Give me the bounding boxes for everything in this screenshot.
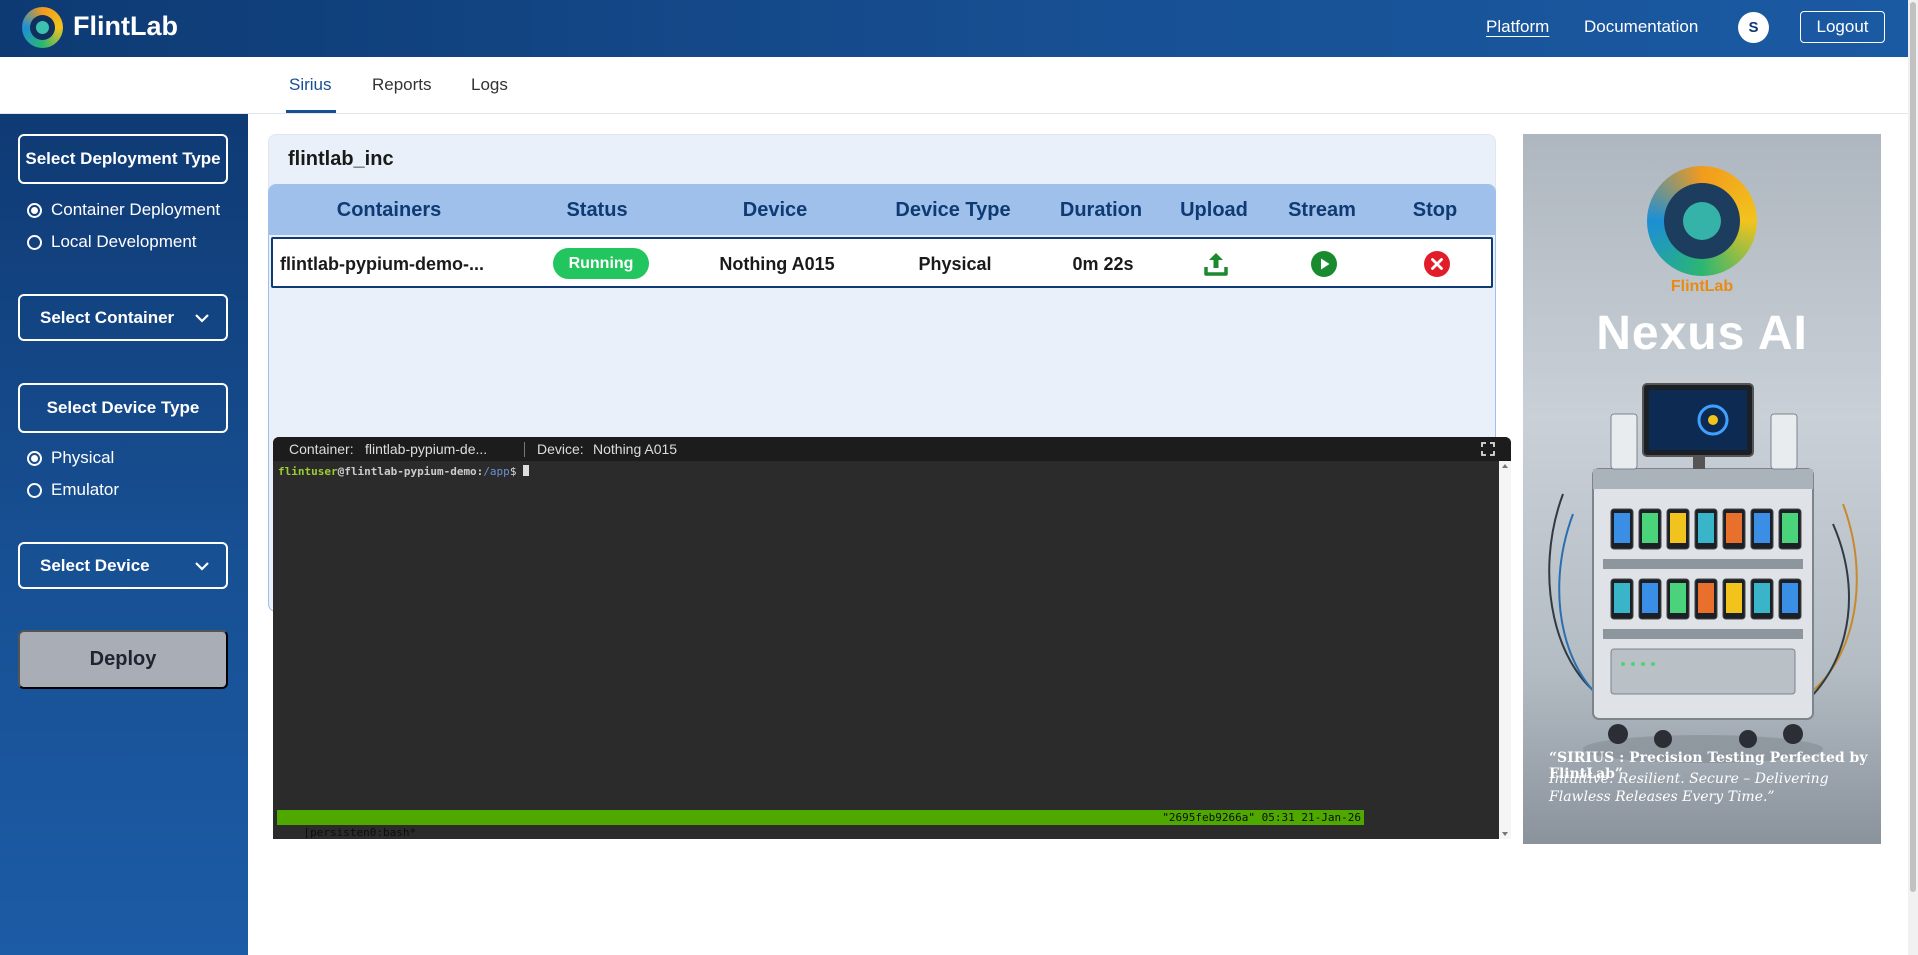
- banner-brand: FlintLab: [1670, 278, 1734, 295]
- terminal-device-label: Device:: [537, 441, 584, 457]
- radio-unchecked-icon[interactable]: [27, 234, 42, 250]
- device-cell: Nothing A015: [719, 254, 835, 274]
- terminal-scrollbar[interactable]: [1499, 461, 1511, 839]
- sidebar: Select Deployment Type Container Deploym…: [0, 114, 248, 955]
- prompt-host: @flintlab-pypium-demo:: [337, 465, 484, 478]
- container-name-cell[interactable]: flintlab-pypium-demo-...: [280, 254, 484, 275]
- scroll-down-icon[interactable]: [1502, 832, 1508, 836]
- logout-button[interactable]: Logout: [1800, 11, 1885, 43]
- column-header: Containers: [336, 199, 442, 221]
- select-device-type-button[interactable]: Select Device Type: [18, 383, 228, 433]
- column-header: Duration: [1059, 199, 1143, 221]
- scrollbar-thumb[interactable]: [1910, 2, 1916, 892]
- page-scrollbar[interactable]: [1908, 0, 1918, 955]
- fullscreen-icon[interactable]: [1481, 442, 1495, 456]
- upload-icon[interactable]: [1202, 250, 1230, 278]
- radio-label: Physical: [51, 448, 115, 467]
- column-header: Upload: [1180, 199, 1248, 221]
- flintlab-logo-icon: [1647, 166, 1757, 276]
- radio-label: Container Deployment: [51, 200, 221, 219]
- terminal-container-value: flintlab-pypium-de...: [365, 441, 488, 457]
- column-header: Device Type: [895, 199, 1011, 221]
- radio-checked-icon[interactable]: [27, 202, 42, 218]
- top-header: FlintLab Platform Documentation S Logout: [0, 0, 1908, 57]
- nav-documentation-link[interactable]: Documentation: [1584, 17, 1698, 37]
- duration-cell: 0m 22s: [1072, 254, 1134, 274]
- select-device-dropdown[interactable]: Select Device: [18, 542, 228, 589]
- brand-name[interactable]: FlintLab: [73, 11, 178, 42]
- tab-logs[interactable]: Logs: [471, 75, 508, 95]
- column-header: Stop: [1412, 199, 1458, 221]
- terminal-window[interactable]: Container: flintlab-pypium-de... Device:…: [273, 437, 1511, 839]
- active-tab-indicator: [286, 110, 336, 113]
- org-title: flintlab_inc: [288, 148, 394, 170]
- prompt-symbol: $: [509, 465, 524, 478]
- scroll-up-icon[interactable]: [1502, 464, 1508, 468]
- radio-physical[interactable]: Physical: [27, 448, 114, 468]
- table-header: Containers Status Device Device Type Dur…: [269, 185, 1495, 235]
- chevron-down-icon: [195, 561, 209, 571]
- tmux-host-time: "2695feb9266a" 05:31 21-Jan-26: [1162, 811, 1361, 824]
- nav-platform-link[interactable]: Platform: [1486, 17, 1549, 37]
- banner-title: Nexus AI: [1596, 307, 1808, 360]
- prompt-path: /app: [483, 465, 510, 478]
- chevron-down-icon: [195, 313, 209, 323]
- dropdown-label: Select Device: [40, 555, 150, 575]
- column-header: Device: [742, 199, 808, 221]
- promo-banner[interactable]: FlintLab Nexus AI “SIRIUS: Precision Te…: [1523, 134, 1881, 844]
- device-rack-illustration: [1548, 383, 1858, 763]
- radio-unchecked-icon[interactable]: [27, 482, 42, 498]
- terminal-container-label: Container:: [289, 441, 354, 457]
- close-icon[interactable]: [1423, 250, 1451, 278]
- radio-container-deployment[interactable]: Container Deployment: [27, 200, 220, 220]
- prompt-user: flintuser: [278, 465, 338, 478]
- banner-quote-body: Intuitive. Resilient. Secure – Deliverin…: [1549, 771, 1829, 805]
- select-deployment-type-button[interactable]: Select Deployment Type: [18, 134, 228, 184]
- tab-sirius[interactable]: Sirius: [289, 75, 332, 95]
- column-header: Status: [566, 199, 628, 221]
- user-avatar[interactable]: S: [1738, 12, 1769, 43]
- select-container-dropdown[interactable]: Select Container: [18, 294, 228, 341]
- tab-reports[interactable]: Reports: [372, 75, 432, 95]
- radio-emulator[interactable]: Emulator: [27, 480, 119, 500]
- radio-local-development[interactable]: Local Development: [27, 232, 197, 252]
- device-type-cell: Physical: [918, 254, 992, 274]
- terminal-header: Container: flintlab-pypium-de... Device:…: [273, 437, 1511, 461]
- terminal-cursor: [523, 465, 530, 476]
- radio-label: Emulator: [51, 480, 120, 499]
- column-header: Stream: [1288, 199, 1356, 221]
- tmux-status-bar: [persisten0:bash* "2695feb9266a" 05:31 2…: [277, 810, 1364, 839]
- radio-label: Local Development: [51, 232, 197, 251]
- sub-tabs: Sirius Reports Logs: [0, 57, 1908, 114]
- status-badge: Running: [553, 248, 649, 279]
- flintlab-logo-icon[interactable]: [22, 7, 63, 48]
- tmux-session-label: [persisten0:bash*: [303, 826, 417, 839]
- terminal-output[interactable]: flintuser@flintlab-pypium-demo:/app$: [278, 465, 530, 478]
- dropdown-label: Select Container: [40, 307, 175, 327]
- play-icon[interactable]: [1310, 250, 1338, 278]
- deploy-button[interactable]: Deploy: [18, 630, 228, 689]
- table-row[interactable]: flintlab-pypium-demo-... Running Nothing…: [271, 237, 1493, 288]
- radio-checked-icon[interactable]: [27, 450, 42, 466]
- header-divider: [524, 442, 525, 457]
- terminal-device-value: Nothing A015: [593, 441, 678, 457]
